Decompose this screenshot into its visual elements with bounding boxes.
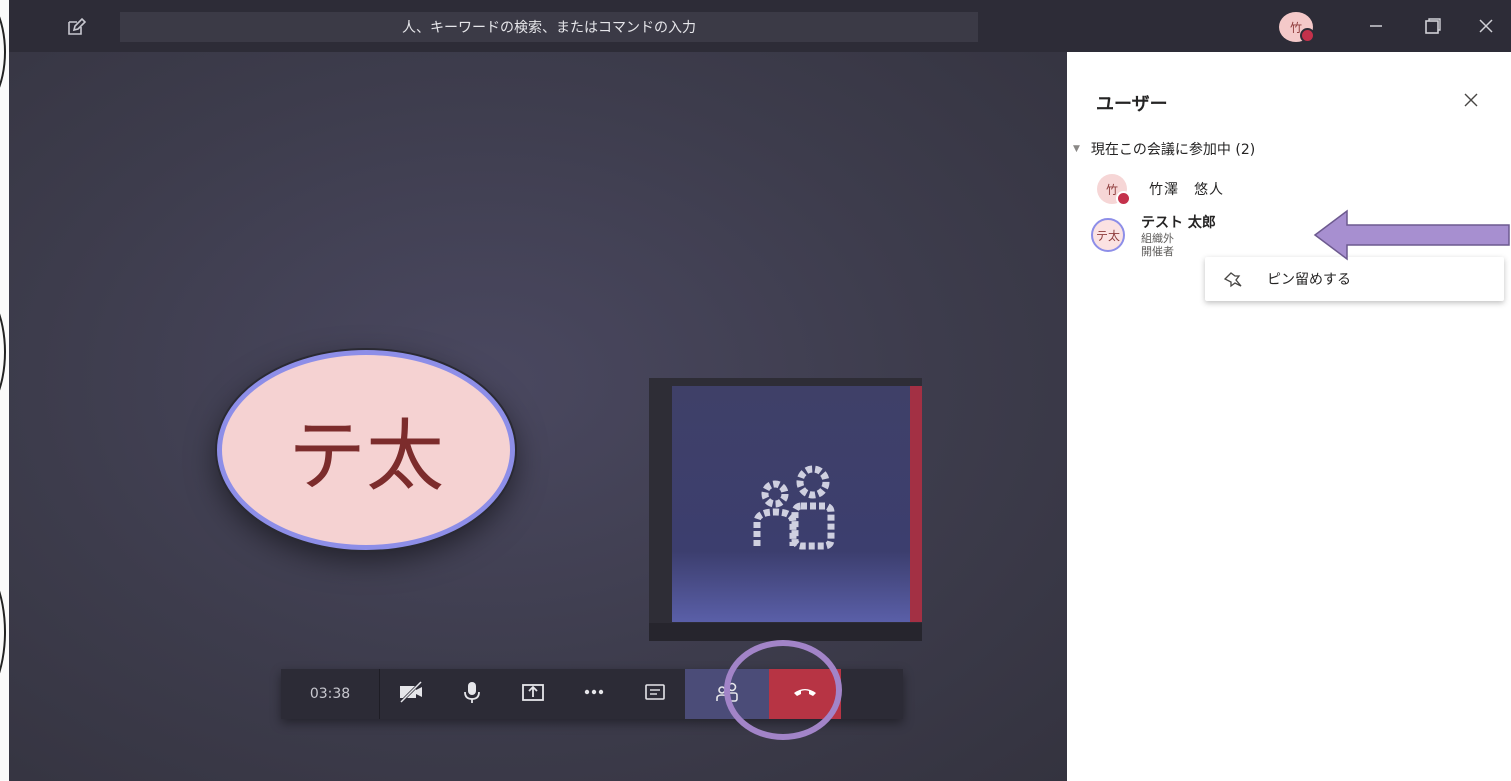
self-video-placeholder (672, 386, 910, 622)
maximize-icon[interactable] (1421, 14, 1445, 38)
chat-button[interactable] (624, 669, 685, 719)
close-panel-icon[interactable] (1462, 91, 1480, 109)
avatar-initial: テ太 (1095, 228, 1120, 243)
self-video-tile[interactable] (649, 378, 922, 641)
camera-toggle-button[interactable] (380, 669, 441, 719)
close-icon[interactable] (1474, 14, 1498, 38)
microphone-icon (458, 678, 486, 710)
mic-toggle-button[interactable] (441, 669, 502, 719)
panel-title: ユーザー (1096, 94, 1168, 115)
video-edge (910, 386, 922, 622)
camera-off-icon (397, 678, 425, 710)
participant-role: 開催者 (1141, 245, 1174, 258)
slide-arc (0, 0, 6, 114)
more-actions-button[interactable] (563, 669, 624, 719)
meeting-stage: テ太 03:38 (9, 52, 1067, 781)
more-icon (580, 678, 608, 710)
presence-busy-icon (1300, 28, 1315, 43)
call-timer: 03:38 (281, 669, 380, 719)
participant-name: 竹澤 悠人 (1149, 182, 1224, 198)
participants-panel: ユーザー ▼ 現在この会議に参加中 (2) 竹 竹澤 悠人 テ太 テスト 太郎 … (1067, 52, 1511, 781)
slide-edge (0, 0, 9, 781)
collapse-caret-icon: ▼ (1073, 144, 1080, 154)
pin-icon (1223, 270, 1243, 288)
search-placeholder: 人、キーワードの検索、またはコマンドの入力 (402, 20, 696, 36)
participant-initials: テ太 (287, 412, 444, 502)
section-label: 現在この会議に参加中 (2) (1090, 142, 1256, 158)
participant-avatar-large: テ太 (217, 350, 515, 550)
avatar: テ太 (1091, 218, 1125, 252)
participant-info: テスト 太郎 組織外 開催者 (1141, 212, 1216, 258)
participant-row[interactable]: 竹 竹澤 悠人 (1097, 174, 1224, 206)
participant-row[interactable]: テ太 テスト 太郎 組織外 開催者 (1091, 212, 1216, 258)
people-icon (747, 456, 847, 556)
annotation-arrow-icon (1313, 209, 1510, 261)
slide-arc (0, 560, 6, 704)
participant-name: テスト 太郎 (1141, 215, 1216, 231)
compose-icon[interactable] (65, 16, 87, 38)
share-screen-button[interactable] (502, 669, 563, 719)
pin-label: ピン留めする (1267, 272, 1351, 288)
avatar: 竹 (1097, 174, 1131, 206)
title-bar: 人、キーワードの検索、またはコマンドの入力 竹 (9, 0, 1511, 52)
slide-arc (0, 285, 6, 419)
minimize-icon[interactable] (1364, 14, 1388, 38)
video-bottom-bar (649, 623, 922, 641)
annotation-highlight-circle (724, 640, 842, 740)
search-input[interactable]: 人、キーワードの検索、またはコマンドの入力 (120, 12, 978, 42)
participant-org: 組織外 (1141, 232, 1174, 245)
in-meeting-section-header[interactable]: ▼ 現在この会議に参加中 (2) (1073, 139, 1255, 159)
share-screen-icon (519, 678, 547, 710)
avatar[interactable]: 竹 (1279, 12, 1315, 43)
pin-menu-item[interactable]: ピン留めする (1205, 257, 1504, 301)
presence-busy-icon (1116, 191, 1131, 206)
chat-icon (641, 678, 669, 710)
